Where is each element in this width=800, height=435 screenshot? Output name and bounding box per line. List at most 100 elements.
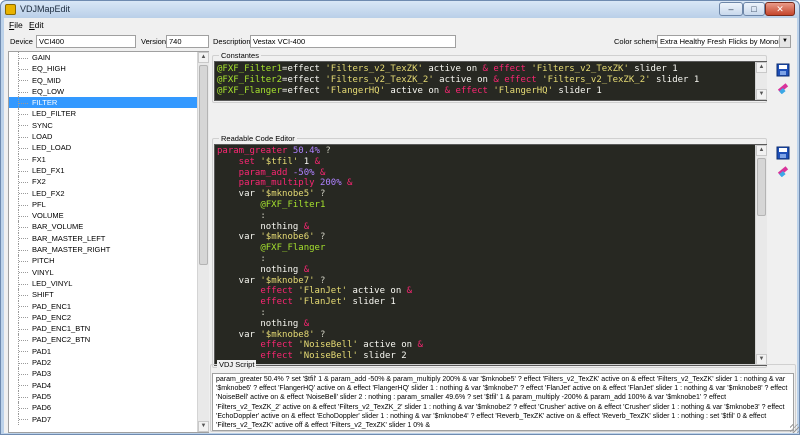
code-line: var '$mknobe8' ? xyxy=(215,330,766,341)
tree-connector xyxy=(18,300,28,312)
list-item[interactable]: SYNC xyxy=(9,119,208,132)
list-item[interactable]: EQ_MID xyxy=(9,74,208,86)
editor-scrollbar[interactable]: ▲ ▼ xyxy=(755,145,767,365)
code-token: & xyxy=(303,221,310,232)
list-item[interactable]: BAR_VOLUME xyxy=(9,221,208,233)
resize-grip[interactable] xyxy=(790,424,799,433)
description-label: Description xyxy=(213,37,251,46)
minimize-button[interactable]: – xyxy=(719,2,743,16)
list-item-label: PAD_ENC2_BTN xyxy=(32,335,91,345)
device-field[interactable]: VCI400 xyxy=(36,35,136,48)
scroll-thumb[interactable] xyxy=(199,65,208,265)
tree-connector xyxy=(18,244,28,256)
constants-scrollbar[interactable]: ▲ ▼ xyxy=(755,62,767,100)
constants-editor[interactable]: @FXF_Filter1=effect 'Filters_v2_TexZK' a… xyxy=(214,61,767,101)
code-token: ? xyxy=(314,232,326,243)
list-item[interactable]: LOAD xyxy=(9,131,208,143)
list-item[interactable]: BAR_MASTER_LEFT xyxy=(9,232,208,245)
scroll-down-icon[interactable]: ▼ xyxy=(198,421,209,432)
keys-list-scrollbar[interactable]: ▲ ▼ xyxy=(197,52,209,432)
list-item[interactable]: PAD4 xyxy=(9,379,208,391)
save-icon[interactable] xyxy=(776,146,790,160)
description-field[interactable]: Vestax VCI-400 xyxy=(250,35,456,48)
scroll-up-icon[interactable]: ▲ xyxy=(198,52,209,63)
version-field[interactable]: 740 xyxy=(166,35,209,48)
list-item[interactable]: FX1 xyxy=(9,153,208,165)
list-item[interactable]: PAD_ENC2_BTN xyxy=(9,334,208,346)
readable-code-editor[interactable]: param_greater 50.4% ? set '$tfil' 1 & pa… xyxy=(214,144,767,366)
list-item[interactable]: PAD5 xyxy=(9,390,208,403)
code-token: & xyxy=(341,178,353,189)
tree-connector xyxy=(18,390,28,403)
code-line: var '$mknobe7' ? xyxy=(215,276,766,287)
list-item[interactable]: BAR_MASTER_RIGHT xyxy=(9,244,208,256)
scroll-up-icon[interactable]: ▲ xyxy=(756,145,767,156)
list-item[interactable]: SHIFT xyxy=(9,289,208,301)
vdj-script-output[interactable]: param_greater 50.4% ? set '$tfil' 1 & pa… xyxy=(212,373,794,431)
maximize-button[interactable]: □ xyxy=(743,2,765,16)
scroll-thumb[interactable] xyxy=(757,158,766,216)
code-token: nothing xyxy=(217,264,304,275)
list-item[interactable]: PAD2 xyxy=(9,357,208,369)
code-token: param_add xyxy=(217,167,293,178)
keys-list[interactable]: GAIN EQ_HIGH EQ_MID EQ_LOW FILTER LED_FILTER S… xyxy=(8,51,209,433)
code-token: & xyxy=(406,286,413,297)
code-token: active on xyxy=(422,64,483,74)
list-item[interactable]: LED_FX2 xyxy=(9,187,208,199)
list-item[interactable]: EQ_HIGH xyxy=(9,63,208,75)
tree-connector xyxy=(18,74,28,86)
color-scheme-select[interactable]: Extra Healthy Fresh Flicks by Monokai ▼ xyxy=(657,35,791,48)
list-item[interactable]: PAD6 xyxy=(9,402,208,414)
list-item[interactable]: FX2 xyxy=(9,176,208,188)
list-item[interactable]: FILTER xyxy=(9,97,208,109)
list-item[interactable]: PAD1 xyxy=(9,345,208,358)
list-item[interactable]: VINYL xyxy=(9,266,208,278)
menu-file[interactable]: File xyxy=(9,20,23,30)
list-item-label: PITCH xyxy=(32,256,55,266)
list-item-label: SYNC xyxy=(32,120,53,130)
list-item[interactable]: LED_VINYL xyxy=(9,277,208,290)
list-item[interactable]: LED_FX1 xyxy=(9,164,208,177)
list-item-label: VOLUME xyxy=(32,211,64,221)
list-item[interactable]: PAD3 xyxy=(9,368,208,380)
list-item[interactable]: LED_FILTER xyxy=(9,108,208,120)
list-item[interactable]: PITCH xyxy=(9,255,208,267)
menu-edit[interactable]: Edit xyxy=(29,20,44,30)
chevron-down-icon[interactable]: ▼ xyxy=(779,36,790,47)
list-item[interactable]: PAD_ENC1_BTN xyxy=(9,323,208,335)
scroll-down-icon[interactable]: ▼ xyxy=(756,89,767,100)
menu-bar: File Edit xyxy=(4,18,797,32)
code-token: effect xyxy=(217,286,299,297)
code-token: -50% xyxy=(292,167,315,178)
list-item[interactable]: PAD_ENC2 xyxy=(9,311,208,324)
tree-connector xyxy=(18,368,28,380)
title-bar[interactable]: VDJMapEdit – □ ✕ xyxy=(1,1,799,18)
tree-connector xyxy=(18,357,28,369)
code-token: @FXF_Flanger xyxy=(217,85,283,96)
code-line: param_greater 50.4% ? xyxy=(215,146,766,157)
list-item[interactable]: EQ_LOW xyxy=(9,85,208,98)
code-token: slider 1 xyxy=(650,74,700,85)
code-token: slider 1 xyxy=(553,85,602,96)
list-item[interactable]: PFL xyxy=(9,198,208,211)
code-token: & xyxy=(303,318,310,329)
list-item[interactable]: PAD7 xyxy=(9,413,208,425)
save-icon[interactable] xyxy=(776,63,790,77)
code-line: effect 'FlanJet' slider 1 xyxy=(215,297,766,308)
close-button[interactable]: ✕ xyxy=(765,2,795,16)
code-token: ? xyxy=(314,275,326,286)
tree-connector xyxy=(18,52,28,64)
list-item[interactable]: GAIN xyxy=(9,52,208,64)
list-item[interactable]: LED_LOAD xyxy=(9,142,208,154)
tree-connector xyxy=(18,198,28,211)
list-item[interactable]: PAD_ENC1 xyxy=(9,300,208,312)
code-token: 200% xyxy=(319,178,342,189)
tree-connector xyxy=(18,210,28,222)
tree-connector xyxy=(18,255,28,267)
tree-connector xyxy=(18,266,28,278)
eraser-icon[interactable] xyxy=(776,163,790,177)
code-token: =effect xyxy=(282,64,326,74)
eraser-icon[interactable] xyxy=(776,80,790,94)
list-item[interactable]: VOLUME xyxy=(9,210,208,222)
scroll-up-icon[interactable]: ▲ xyxy=(756,62,767,73)
